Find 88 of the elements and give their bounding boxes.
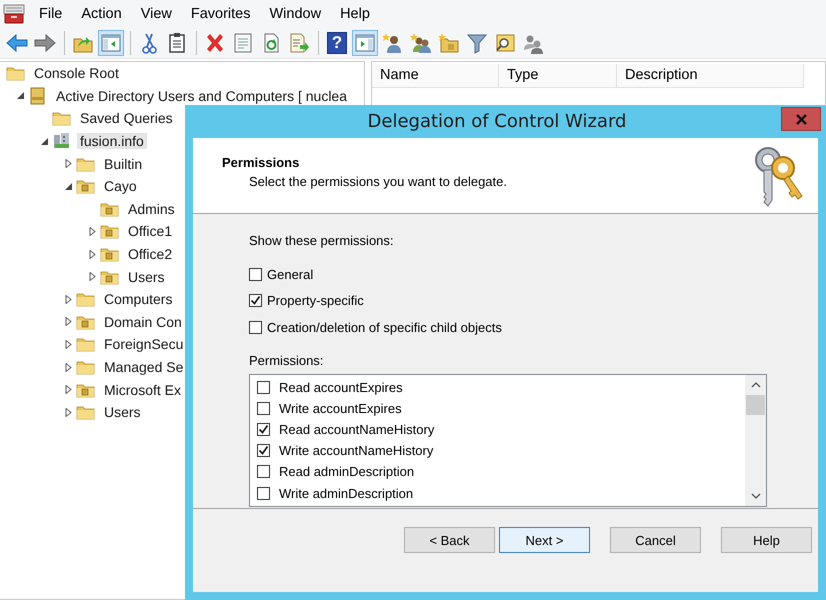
checkbox-label[interactable]: Creation/deletion of specific child objects	[267, 320, 502, 335]
toggle-button[interactable]	[352, 30, 378, 56]
document-icon[interactable]	[232, 32, 254, 54]
checkbox[interactable]	[249, 294, 262, 308]
page-subtitle: Select the permissions you want to delegate.	[249, 174, 508, 189]
back-arrow-icon[interactable]	[6, 32, 28, 54]
permission-label[interactable]: Read adminDescription	[279, 464, 414, 480]
tree-item[interactable]: Office1	[125, 223, 176, 240]
menu-item[interactable]: Action	[77, 3, 133, 25]
section-label: Show these permissions:	[249, 233, 394, 250]
menu-item[interactable]: File	[35, 3, 74, 25]
new-group-icon[interactable]	[410, 32, 432, 54]
expand-arrow-icon[interactable]	[64, 294, 72, 304]
expand-arrow-icon[interactable]	[88, 250, 96, 259]
tree-item[interactable]: Domain Con	[101, 314, 185, 330]
tree-item[interactable]: Computers	[101, 291, 176, 308]
expand-arrow-icon[interactable]	[88, 272, 96, 282]
tree-item[interactable]: Users	[101, 404, 144, 420]
cancel-button[interactable]: Cancel	[610, 527, 701, 553]
help-icon[interactable]: ?	[327, 32, 347, 54]
checkbox[interactable]	[249, 320, 262, 334]
tree-item[interactable]: Users	[125, 268, 168, 285]
pane-window-icon	[100, 32, 122, 54]
permission-label[interactable]: Write adminDescription	[279, 486, 414, 501]
checkbox-label[interactable]: Property-specific	[267, 293, 364, 308]
help-button[interactable]: Help	[721, 527, 812, 553]
toggle-button[interactable]	[98, 30, 124, 56]
collapse-arrow-icon[interactable]	[16, 91, 24, 100]
column-header[interactable]: Description	[617, 64, 804, 88]
checkbox[interactable]	[257, 465, 270, 478]
collapse-arrow-icon[interactable]	[40, 136, 48, 146]
checkbox[interactable]	[249, 268, 262, 281]
section-label: Permissions:	[249, 352, 324, 368]
expand-arrow-icon[interactable]	[64, 362, 72, 372]
window-title: Delegation of Control Wizard	[366, 111, 628, 132]
new-user-icon[interactable]	[382, 32, 404, 54]
column-header[interactable]: Type	[499, 64, 617, 88]
checkbox[interactable]	[257, 486, 270, 500]
menu-item[interactable]: View	[136, 3, 183, 25]
tree-item[interactable]: Admins	[125, 200, 178, 217]
tree-item[interactable]: ForeignSecu	[101, 336, 186, 352]
checkbox[interactable]	[257, 402, 270, 415]
column-header[interactable]: Name	[372, 64, 499, 88]
tree-item[interactable]: Cayo	[101, 178, 140, 194]
next-button[interactable]: Next >	[499, 527, 590, 553]
menu-item[interactable]: Window	[266, 3, 332, 25]
tree-item[interactable]: Console Root	[31, 65, 122, 82]
permission-label[interactable]: Read accountExpires	[279, 380, 403, 395]
menu-item[interactable]: Favorites	[186, 3, 262, 25]
expand-arrow-icon[interactable]	[64, 340, 72, 349]
checkbox[interactable]	[257, 422, 270, 436]
back-button[interactable]: < Back	[404, 527, 495, 553]
tree-item[interactable]: Microsoft Ex	[101, 382, 184, 398]
permission-label[interactable]: Write accountExpires	[279, 400, 402, 416]
export-list-icon[interactable]	[288, 32, 310, 54]
collapse-arrow-icon[interactable]	[64, 182, 72, 191]
expand-arrow-icon[interactable]	[64, 159, 72, 168]
tree-item[interactable]: Saved Queries	[77, 110, 176, 126]
forward-arrow-icon[interactable]	[34, 32, 56, 54]
menu-item[interactable]: Help	[336, 3, 381, 25]
close-icon	[796, 114, 806, 124]
tree-item[interactable]: Builtin	[101, 156, 146, 172]
permission-label[interactable]: Read accountNameHistory	[279, 422, 434, 437]
scroll-thumb[interactable]	[746, 394, 765, 414]
permission-label[interactable]: Write accountNameHistory	[279, 443, 434, 458]
close-button[interactable]	[781, 107, 821, 131]
scroll-up-icon[interactable]	[750, 382, 760, 388]
tree-item[interactable]: Managed Se	[101, 359, 186, 376]
expand-arrow-icon[interactable]	[64, 408, 72, 417]
checkbox[interactable]	[257, 380, 270, 394]
expand-arrow-icon[interactable]	[88, 226, 96, 236]
scrollbar[interactable]	[745, 374, 766, 506]
expand-arrow-icon[interactable]	[64, 385, 72, 394]
scroll-down-icon[interactable]	[750, 492, 760, 498]
toolbox-icon	[3, 3, 25, 25]
tree-item[interactable]: Active Directory Users and Computers [ nuclea	[53, 88, 350, 104]
page-title: Permissions	[222, 155, 300, 170]
new-folder-icon[interactable]	[438, 32, 460, 54]
checkbox[interactable]	[257, 444, 270, 458]
building-icon	[52, 132, 72, 150]
tree-item[interactable]: Office2	[125, 246, 176, 262]
find-icon[interactable]	[494, 32, 516, 54]
filter-icon[interactable]	[466, 32, 488, 54]
delete-icon[interactable]	[204, 32, 226, 54]
expand-arrow-icon[interactable]	[64, 317, 72, 326]
pane-window-icon	[354, 32, 376, 54]
checkbox-label[interactable]: General	[267, 266, 314, 282]
tree-item[interactable]: fusion.info	[77, 133, 147, 150]
